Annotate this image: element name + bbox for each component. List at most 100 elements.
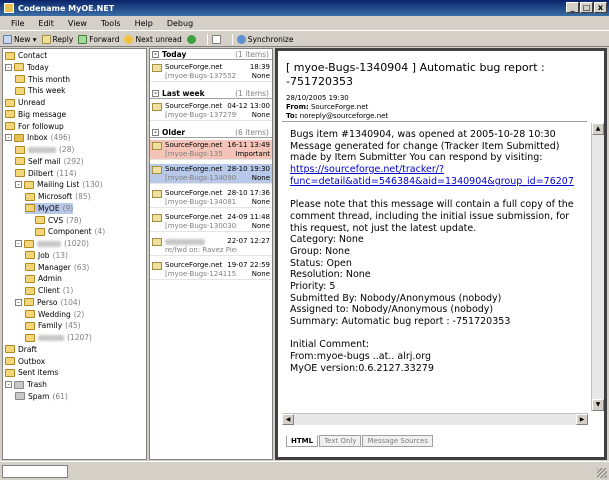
folder-item[interactable]: Sent items: [5, 367, 61, 378]
folder-item[interactable]: For followup: [5, 121, 67, 132]
maximize-button[interactable]: □: [580, 2, 593, 13]
folder-item[interactable]: Dilbert (114): [15, 168, 77, 179]
message-list[interactable]: - Today (1 items) SourceForge.net 18:39 [myoe…: [149, 48, 273, 460]
folder-icon: [25, 310, 35, 318]
add-button[interactable]: [186, 34, 198, 44]
tracker-link[interactable]: func=detail&atid=546384&aid=1340904&grou…: [290, 176, 574, 187]
message-row[interactable]: SourceForge.net 04-12 13:00 [myoe-Bugs-137…: [150, 101, 272, 121]
collapse-toggle-icon[interactable]: -: [152, 89, 159, 97]
next-unread-button[interactable]: Next unread: [124, 34, 182, 44]
folder-label: Mailing List: [37, 180, 80, 190]
tab-text-only[interactable]: Text Only: [319, 435, 362, 447]
folder-item[interactable]: This month: [15, 74, 73, 85]
folder-item[interactable]: Admin: [25, 273, 65, 284]
reading-pane[interactable]: [ myoe-Bugs-1340904 ] Automatic bug repo…: [275, 48, 607, 460]
folder-item[interactable]: - Perso (104): [15, 297, 81, 308]
folder-item[interactable]: Unread: [5, 97, 48, 108]
close-button[interactable]: x: [594, 2, 607, 13]
folder-item[interactable]: MyOE (9): [25, 202, 74, 214]
menu-tools[interactable]: Tools: [94, 19, 128, 28]
folder-item[interactable]: Job (13): [25, 250, 68, 261]
folder-count: (61): [52, 391, 68, 401]
folder-label: Self mail: [28, 156, 61, 166]
menu-debug[interactable]: Debug: [160, 19, 200, 28]
folder-item[interactable]: Draft: [5, 344, 40, 355]
group-count: (6 items): [235, 127, 269, 137]
message-row[interactable]: SourceForge.net 24-09 11:48 [myoe-Bugs-130…: [150, 212, 272, 232]
folder-item[interactable]: Wedding (2): [25, 309, 84, 320]
reply-button[interactable]: Reply: [41, 34, 73, 44]
menu-view[interactable]: View: [61, 19, 94, 28]
scroll-right-icon[interactable]: ▶: [576, 414, 588, 425]
folder-item[interactable]: Client (1): [25, 285, 73, 296]
tab-message-sources[interactable]: Message Sources: [362, 435, 434, 447]
minimize-button[interactable]: _: [566, 2, 579, 13]
expand-toggle-icon[interactable]: -: [15, 181, 22, 189]
message-group-header[interactable]: - Today (1 items): [150, 49, 272, 60]
flag-icon: [5, 122, 15, 130]
tab-html[interactable]: HTML: [286, 435, 319, 447]
message-subject-preview: [myoe-Bugs-1375527...: [165, 72, 237, 80]
message-row[interactable]: SourceForge.net 18:39 [myoe-Bugs-1375527..…: [150, 62, 272, 82]
folder-item[interactable]: - Mailing List (130): [15, 179, 103, 190]
folder-label: Unread: [18, 98, 46, 107]
folder-item[interactable]: (28): [15, 144, 74, 155]
folder-item[interactable]: - (1020): [15, 238, 89, 249]
message-from: From: SourceForge.net: [286, 103, 369, 111]
message-group-header[interactable]: - Older (6 items): [150, 127, 272, 138]
window-titlebar[interactable]: Codename MyOE.NET _ □ x: [0, 0, 609, 16]
synchronize-button[interactable]: Synchronize: [236, 34, 293, 44]
folder-item[interactable]: - Today: [5, 62, 52, 73]
message-date: 18:39: [249, 63, 270, 71]
message-row[interactable]: SourceForge.net 19-07 22:59 [myoe-Bugs-124…: [150, 260, 272, 280]
folder-item[interactable]: This week: [15, 85, 68, 96]
folder-item[interactable]: - Inbox (496): [5, 132, 71, 143]
expand-toggle-icon[interactable]: -: [15, 298, 22, 306]
horizontal-scrollbar[interactable]: ◀ ▶: [282, 413, 588, 425]
folder-item[interactable]: Family (45): [25, 320, 81, 331]
folder-item[interactable]: (1207): [25, 332, 92, 343]
new-button[interactable]: New ▾: [3, 34, 37, 44]
folder-item[interactable]: Outbox: [5, 356, 48, 367]
expand-toggle-icon[interactable]: -: [15, 240, 22, 247]
message-link[interactable]: https://sourceforge.net/tracker/?: [290, 164, 590, 176]
scroll-left-icon[interactable]: ◀: [282, 414, 294, 425]
folder-label: This week: [28, 86, 66, 96]
expand-toggle-icon[interactable]: -: [5, 381, 12, 388]
folder-item[interactable]: - Trash: [5, 379, 50, 390]
menu-file[interactable]: File: [4, 19, 31, 28]
message-row[interactable]: SourceForge.net 16-11 13:49 [myoe-Bugs-135…: [150, 140, 272, 160]
folder-icon: [35, 227, 45, 236]
folder-item[interactable]: Microsoft (85): [25, 191, 91, 202]
folder-item[interactable]: Self mail (292): [15, 156, 84, 167]
header-divider: [282, 121, 587, 122]
scroll-down-icon[interactable]: ▼: [592, 399, 604, 411]
folder-item[interactable]: Spam (61): [15, 391, 68, 402]
scroll-up-icon[interactable]: ▲: [592, 123, 604, 135]
folder-count: (4): [94, 227, 106, 237]
folder-item[interactable]: Manager (63): [25, 262, 89, 273]
folder-tree[interactable]: Contact - Today This month This week Unread Bi…: [2, 48, 147, 460]
folder-label: Job: [38, 250, 50, 260]
menu-help[interactable]: Help: [128, 19, 160, 28]
message-row[interactable]: SourceForge.net 28-10 17:36 [myoe-Bugs-134…: [150, 188, 272, 208]
message-row[interactable]: SourceForge.net 28-10 19:30 [myoe-Bugs-134…: [150, 164, 272, 184]
delete-button[interactable]: [211, 34, 223, 44]
vertical-scrollbar[interactable]: ▲ ▼: [591, 123, 604, 411]
folder-item[interactable]: Component (4): [35, 226, 105, 237]
collapse-toggle-icon[interactable]: -: [152, 128, 159, 136]
folder-item[interactable]: Contact: [5, 50, 50, 61]
tracker-link[interactable]: https://sourceforge.net/tracker/?: [290, 164, 444, 175]
message-row[interactable]: 22-07 12:27re/fwd on: Ravez Pierre,...: [150, 236, 272, 256]
message-body[interactable]: Bugs item #1340904, was opened at 2005-1…: [290, 129, 590, 374]
folder-item[interactable]: Big message: [5, 109, 69, 120]
expand-toggle-icon[interactable]: -: [5, 134, 12, 142]
message-link[interactable]: func=detail&atid=546384&aid=1340904&grou…: [290, 176, 590, 188]
resize-grip[interactable]: [597, 468, 607, 478]
menu-edit[interactable]: Edit: [31, 19, 61, 28]
forward-button[interactable]: Forward: [78, 34, 119, 44]
message-group-header[interactable]: - Last week (1 items): [150, 88, 272, 99]
folder-item[interactable]: CVS (78): [35, 215, 82, 226]
collapse-toggle-icon[interactable]: -: [152, 50, 159, 58]
expand-toggle-icon[interactable]: -: [5, 63, 12, 71]
